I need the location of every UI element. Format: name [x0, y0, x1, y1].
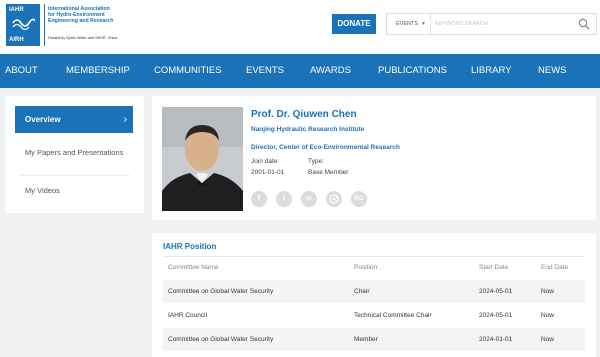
sidebar-item-videos[interactable]: My Videos — [25, 186, 60, 195]
wave-icon — [12, 18, 35, 31]
table-row: Committee on Global Water Security Membe… — [163, 328, 585, 351]
column-header-start-date: Start Date — [479, 264, 509, 271]
position-cell: Member — [354, 336, 378, 343]
logo-abbr-bottom: AIRH — [9, 37, 24, 43]
logo-hosted-by: Hosted by Spain Water and IWHR, China — [48, 36, 118, 40]
nav-membership[interactable]: MEMBERSHIP — [66, 54, 130, 88]
profile-institute[interactable]: Nanjing Hydraulic Research Institute — [251, 126, 364, 133]
linkedin-icon[interactable]: in — [301, 191, 317, 207]
sidebar-divider — [20, 175, 130, 176]
column-header-end-date: End Date — [541, 264, 569, 271]
type-value: Base Member — [308, 169, 349, 176]
researchgate-icon[interactable]: RG — [351, 191, 367, 207]
committee-cell[interactable]: Committee on Global Water Security — [168, 336, 273, 343]
committee-cell[interactable]: Committee on Global Water Security — [168, 288, 273, 295]
start-date-cell: 2024-01-01 — [479, 336, 513, 343]
iahr-logo[interactable]: IAHR AIRH International Association for … — [6, 4, 118, 48]
profile-name: Prof. Dr. Qiuwen Chen — [251, 109, 357, 120]
table-row: IAHR Council Technical Committee Chair 2… — [163, 304, 585, 327]
column-header-committee: Committee Name — [168, 264, 219, 271]
logo-org-name: International Association for Hydro-Envi… — [48, 6, 114, 24]
column-header-position: Position — [354, 264, 378, 271]
start-date-cell: 2024-05-01 — [479, 312, 513, 319]
wechat-icon[interactable] — [326, 191, 342, 207]
end-date-cell: Now — [541, 336, 555, 343]
end-date-cell: Now — [541, 288, 555, 295]
caret-down-icon: ▼ — [421, 21, 426, 27]
donate-button[interactable]: DONATE — [332, 14, 376, 34]
nav-communities[interactable]: COMMUNITIES — [154, 54, 222, 88]
logo-mark: IAHR AIRH — [6, 4, 40, 46]
twitter-icon[interactable]: t — [276, 191, 292, 207]
start-date-cell: 2024-05-01 — [479, 288, 513, 295]
nav-about[interactable]: ABOUT — [5, 54, 38, 88]
section-title: IAHR Position — [163, 242, 217, 251]
site-header: IAHR AIRH International Association for … — [0, 0, 600, 54]
join-date-label: Join date: — [251, 158, 280, 165]
main-nav: ABOUT MEMBERSHIP COMMUNITIES EVENTS AWAR… — [0, 54, 600, 88]
sidebar-item-overview[interactable]: Overview › — [15, 106, 133, 133]
sidebar-item-papers[interactable]: My Papers and Presentations — [25, 148, 125, 157]
profile-role: Director, Center of Eco-Environmental Re… — [251, 144, 400, 151]
table-row: Committee on Global Water Security Chair… — [163, 280, 585, 303]
iahr-position-card: IAHR Position Committee Name Position St… — [152, 233, 596, 357]
profile-photo — [162, 107, 243, 211]
profile-card: Prof. Dr. Qiuwen Chen Nanjing Hydraulic … — [152, 96, 596, 220]
nav-publications[interactable]: PUBLICATIONS — [378, 54, 447, 88]
nav-events[interactable]: EVENTS — [246, 54, 284, 88]
search-bar: EVENTS ▼ — [386, 13, 597, 35]
logo-divider — [44, 4, 45, 46]
nav-library[interactable]: LIBRARY — [471, 54, 511, 88]
search-scope-label: EVENTS — [396, 21, 419, 27]
search-icon[interactable] — [578, 18, 590, 30]
end-date-cell: Now — [541, 312, 555, 319]
sidebar-item-label: Overview — [25, 115, 61, 124]
search-scope-select[interactable]: EVENTS ▼ — [387, 14, 431, 34]
search-input[interactable] — [435, 16, 575, 32]
type-label: Type: — [308, 158, 324, 165]
profile-sidebar: Overview › My Papers and Presentations M… — [5, 96, 144, 213]
logo-abbr-top: IAHR — [9, 7, 24, 13]
join-date-value: 2001-01-01 — [251, 169, 285, 176]
chevron-right-icon: › — [123, 114, 127, 125]
position-cell: Chair — [354, 288, 370, 295]
nav-awards[interactable]: AWARDS — [310, 54, 351, 88]
committee-cell[interactable]: IAHR Council — [168, 312, 207, 319]
nav-news[interactable]: NEWS — [538, 54, 567, 88]
facebook-icon[interactable]: f — [251, 191, 267, 207]
section-divider — [163, 256, 585, 257]
position-cell: Technical Committee Chair — [354, 312, 432, 319]
